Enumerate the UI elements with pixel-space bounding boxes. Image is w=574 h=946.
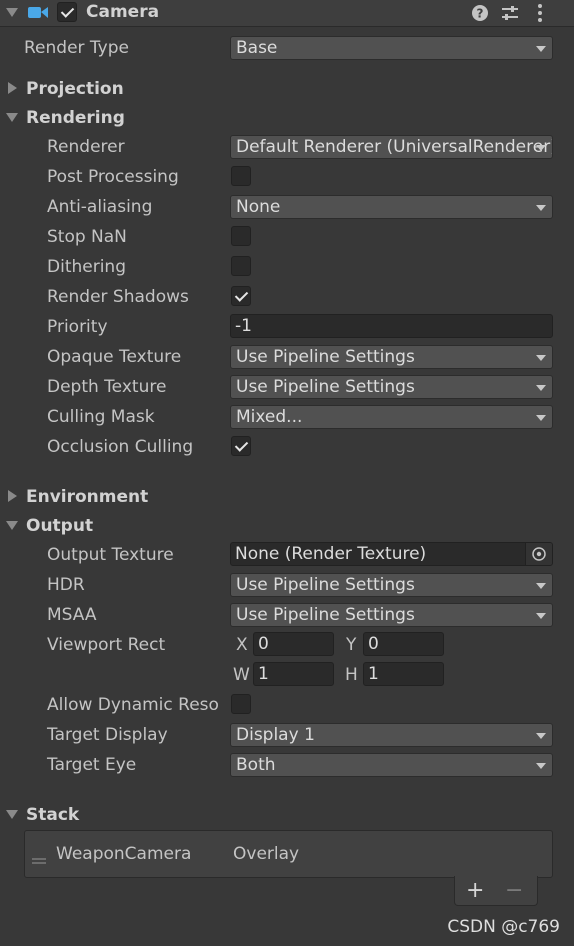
target-eye-value: Both xyxy=(236,755,276,775)
anti-aliasing-dropdown[interactable]: None xyxy=(230,195,553,219)
stop-nan-label: Stop NaN xyxy=(47,227,127,247)
viewport-h-label[interactable]: H xyxy=(345,664,358,686)
post-processing-checkbox[interactable] xyxy=(231,166,251,186)
chevron-down-icon xyxy=(536,355,546,361)
drag-handle-icon[interactable] xyxy=(31,850,47,864)
chevron-down-icon xyxy=(536,145,546,151)
target-display-value: Display 1 xyxy=(236,725,315,745)
object-picker-icon[interactable] xyxy=(525,543,552,565)
viewport-x-input[interactable]: 0 xyxy=(253,632,334,656)
viewport-y-label[interactable]: Y xyxy=(346,634,356,656)
opaque-texture-value: Use Pipeline Settings xyxy=(236,347,415,367)
add-camera-button[interactable]: + xyxy=(466,878,484,904)
hdr-dropdown[interactable]: Use Pipeline Settings xyxy=(230,573,553,597)
opaque-texture-label: Opaque Texture xyxy=(47,347,182,367)
viewport-y-input[interactable]: 0 xyxy=(363,632,444,656)
viewport-w-label[interactable]: W xyxy=(233,664,250,686)
section-output[interactable]: Output xyxy=(26,515,93,537)
stack-item-type: Overlay xyxy=(233,844,300,864)
remove-camera-button[interactable]: − xyxy=(505,878,523,904)
renderer-value: Default Renderer (UniversalRenderer) xyxy=(236,137,552,157)
chevron-down-icon xyxy=(536,583,546,589)
culling-mask-value: Mixed... xyxy=(236,407,303,427)
depth-texture-value: Use Pipeline Settings xyxy=(236,377,415,397)
environment-foldout-icon[interactable] xyxy=(8,490,17,502)
rendering-foldout-icon[interactable] xyxy=(6,113,18,122)
stack-foldout-icon[interactable] xyxy=(6,810,18,819)
depth-texture-label: Depth Texture xyxy=(47,377,167,397)
priority-input[interactable]: -1 xyxy=(230,314,553,338)
output-texture-label: Output Texture xyxy=(47,545,174,565)
target-display-label: Target Display xyxy=(47,725,168,745)
svg-text:?: ? xyxy=(477,7,484,21)
priority-label: Priority xyxy=(47,317,108,337)
allow-dynamic-resolution-label: Allow Dynamic Reso xyxy=(47,695,219,715)
chevron-down-icon xyxy=(536,205,546,211)
camera-icon xyxy=(27,3,49,21)
output-texture-field[interactable]: None (Render Texture) xyxy=(230,542,553,566)
occlusion-culling-label: Occlusion Culling xyxy=(47,437,194,457)
viewport-w-input[interactable]: 1 xyxy=(253,662,334,686)
chevron-down-icon xyxy=(536,415,546,421)
component-title: Camera xyxy=(86,2,160,22)
section-projection[interactable]: Projection xyxy=(26,78,124,100)
post-processing-label: Post Processing xyxy=(47,167,179,187)
render-type-label: Render Type xyxy=(24,38,129,58)
chevron-down-icon xyxy=(536,613,546,619)
section-stack[interactable]: Stack xyxy=(26,804,79,826)
anti-aliasing-label: Anti-aliasing xyxy=(47,197,153,217)
section-rendering[interactable]: Rendering xyxy=(26,107,125,129)
depth-texture-dropdown[interactable]: Use Pipeline Settings xyxy=(230,375,553,399)
viewport-h-input[interactable]: 1 xyxy=(363,662,444,686)
renderer-dropdown[interactable]: Default Renderer (UniversalRenderer) xyxy=(230,135,553,159)
render-shadows-label: Render Shadows xyxy=(47,287,189,307)
render-type-dropdown[interactable]: Base xyxy=(230,36,553,60)
chevron-down-icon xyxy=(536,763,546,769)
stop-nan-checkbox[interactable] xyxy=(231,226,251,246)
msaa-value: Use Pipeline Settings xyxy=(236,605,415,625)
presets-icon[interactable] xyxy=(500,4,520,22)
renderer-label: Renderer xyxy=(47,137,125,157)
dithering-checkbox[interactable] xyxy=(231,256,251,276)
render-type-value: Base xyxy=(236,38,278,58)
projection-foldout-icon[interactable] xyxy=(8,82,17,94)
allow-dynamic-resolution-checkbox[interactable] xyxy=(231,694,251,714)
chevron-down-icon xyxy=(536,385,546,391)
msaa-dropdown[interactable]: Use Pipeline Settings xyxy=(230,603,553,627)
viewport-x-label[interactable]: X xyxy=(236,634,248,656)
target-eye-dropdown[interactable]: Both xyxy=(230,753,553,777)
target-display-dropdown[interactable]: Display 1 xyxy=(230,723,553,747)
msaa-label: MSAA xyxy=(47,605,97,625)
hdr-label: HDR xyxy=(47,575,85,595)
opaque-texture-dropdown[interactable]: Use Pipeline Settings xyxy=(230,345,553,369)
culling-mask-dropdown[interactable]: Mixed... xyxy=(230,405,553,429)
stack-item-name[interactable]: WeaponCamera xyxy=(56,843,191,865)
more-vertical-icon[interactable] xyxy=(532,3,548,23)
output-texture-value: None (Render Texture) xyxy=(235,544,427,564)
component-enabled-checkbox[interactable] xyxy=(57,2,77,22)
viewport-rect-label: Viewport Rect xyxy=(47,635,166,655)
culling-mask-label: Culling Mask xyxy=(47,407,155,427)
render-shadows-checkbox[interactable] xyxy=(231,286,251,306)
dithering-label: Dithering xyxy=(47,257,126,277)
foldout-arrow-icon[interactable] xyxy=(6,8,18,17)
watermark: CSDN @c769 xyxy=(447,917,560,937)
occlusion-culling-checkbox[interactable] xyxy=(231,436,251,456)
chevron-down-icon xyxy=(536,46,546,52)
section-environment[interactable]: Environment xyxy=(26,486,148,508)
chevron-down-icon xyxy=(536,733,546,739)
target-eye-label: Target Eye xyxy=(47,755,137,775)
output-foldout-icon[interactable] xyxy=(6,521,18,530)
anti-aliasing-value: None xyxy=(236,197,281,217)
help-icon[interactable]: ? xyxy=(471,4,489,22)
hdr-value: Use Pipeline Settings xyxy=(236,575,415,595)
